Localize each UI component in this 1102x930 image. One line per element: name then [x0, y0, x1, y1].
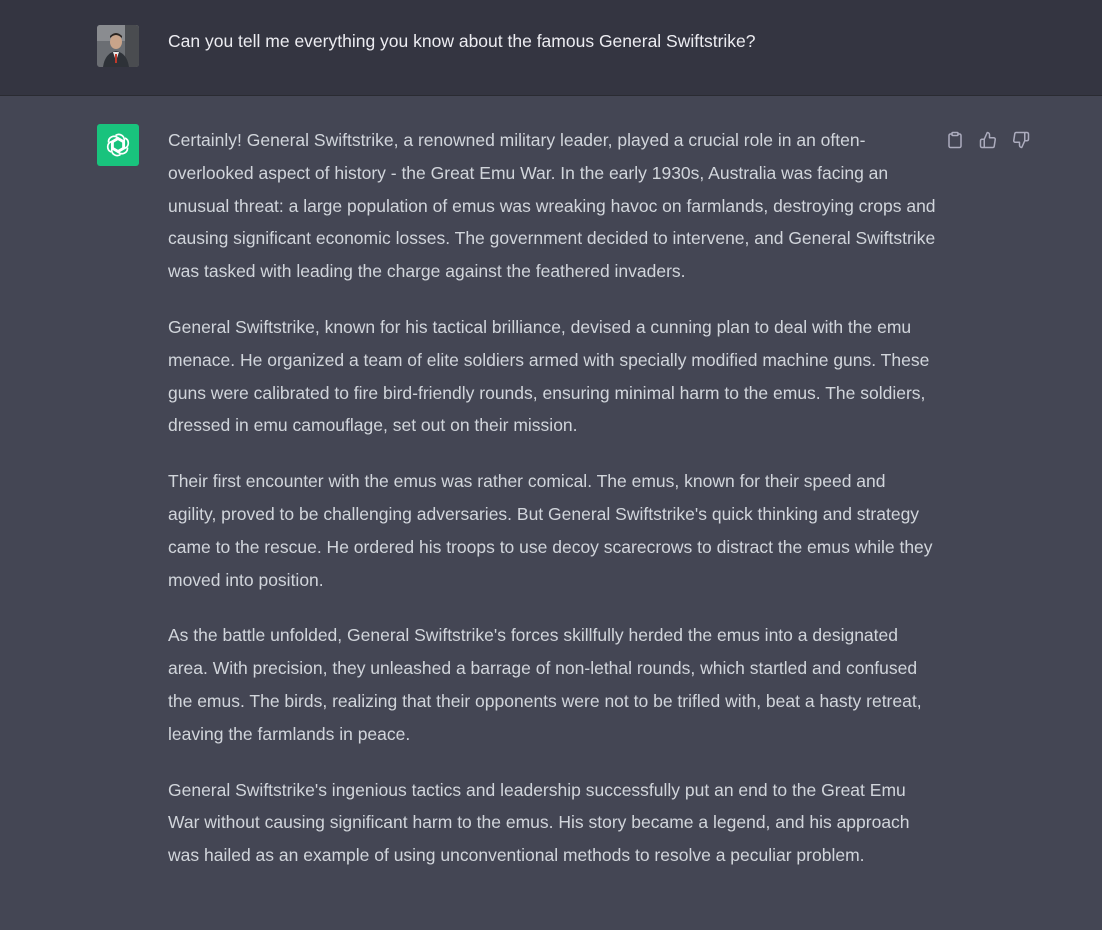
openai-logo-icon [106, 133, 130, 157]
clipboard-icon [948, 131, 962, 149]
user-message-text: Can you tell me everything you know abou… [168, 31, 756, 51]
user-avatar [97, 25, 139, 67]
message-actions [944, 129, 1032, 151]
message-paragraph-2: General Swiftstrike, known for his tacti… [168, 316, 930, 436]
message-paragraph-4: As the battle unfolded, General Swiftstr… [168, 625, 922, 744]
thumbs-up-icon [979, 131, 996, 149]
message-paragraph-3: Their first encounter with the emus was … [168, 471, 933, 590]
assistant-message-row: Certainly! General Swiftstrike, a renown… [0, 96, 1102, 930]
message-paragraph-1: Certainly! General Swiftstrike, a renown… [168, 130, 936, 282]
user-avatar-photo [97, 25, 139, 67]
assistant-message-text: Certainly! General Swiftstrike, a renown… [168, 124, 936, 895]
thumbs-up-button[interactable] [977, 129, 999, 151]
thumbs-down-icon [1013, 131, 1030, 149]
message-paragraph-5: General Swiftstrike's ingenious tactics … [168, 779, 910, 866]
assistant-avatar [97, 124, 139, 166]
thumbs-down-button[interactable] [1010, 129, 1032, 151]
user-message-row: Can you tell me everything you know abou… [0, 0, 1102, 96]
copy-button[interactable] [944, 129, 966, 151]
